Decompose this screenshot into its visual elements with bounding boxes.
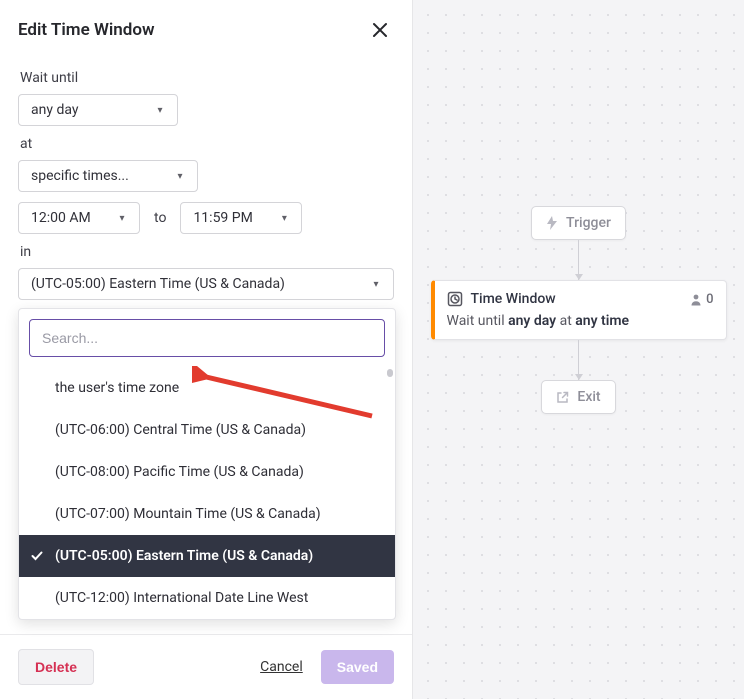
card-header: Time Window 0: [447, 291, 714, 307]
time-from-select[interactable]: 12:00 AM ▾: [18, 202, 140, 234]
delete-button[interactable]: Delete: [18, 649, 94, 685]
timezone-select[interactable]: (UTC-05:00) Eastern Time (US & Canada) ▾: [18, 268, 394, 300]
close-icon: [371, 21, 389, 39]
external-link-icon: [556, 391, 569, 404]
day-select[interactable]: any day ▾: [18, 94, 178, 126]
chevron-down-icon: ▾: [113, 210, 131, 226]
person-icon: [690, 293, 702, 306]
panel-footer: Delete Cancel Saved: [0, 634, 412, 699]
dropdown-list[interactable]: the user's time zone (UTC-06:00) Central…: [19, 367, 395, 619]
trigger-node[interactable]: Trigger: [531, 206, 626, 240]
dropdown-item-label: (UTC-05:00) Eastern Time (US & Canada): [55, 548, 313, 564]
dropdown-item-label: (UTC-08:00) Pacific Time (US & Canada): [55, 464, 304, 480]
time-window-card[interactable]: Time Window 0 Wait until any day at any …: [431, 280, 727, 340]
flow: Trigger Time Window 0 Wait until any day…: [413, 206, 744, 414]
in-label: in: [20, 244, 394, 260]
time-mode-value: specific times...: [31, 168, 129, 184]
chevron-down-icon: ▾: [367, 276, 385, 292]
card-count: 0: [690, 292, 713, 307]
chevron-down-icon: ▾: [275, 210, 293, 226]
trigger-label: Trigger: [566, 215, 611, 231]
dropdown-item[interactable]: (UTC-12:00) International Date Line West: [19, 577, 395, 619]
dropdown-item[interactable]: (UTC-08:00) Pacific Time (US & Canada): [19, 451, 395, 493]
bolt-icon: [546, 216, 558, 230]
at-label: at: [20, 136, 394, 152]
chevron-down-icon: ▾: [151, 102, 169, 118]
wait-until-label: Wait until: [20, 70, 394, 86]
workflow-canvas[interactable]: Trigger Time Window 0 Wait until any day…: [413, 0, 744, 699]
connector: [578, 340, 579, 380]
page-title: Edit Time Window: [18, 20, 155, 40]
card-body-bold2: any time: [575, 313, 629, 329]
dropdown-item[interactable]: (UTC-06:00) Central Time (US & Canada): [19, 409, 395, 451]
chevron-down-icon: ▾: [171, 168, 189, 184]
dropdown-item-label: (UTC-12:00) International Date Line West: [55, 590, 308, 606]
dropdown-item-label: (UTC-06:00) Central Time (US & Canada): [55, 422, 306, 438]
cancel-link[interactable]: Cancel: [260, 659, 303, 675]
panel-body: Wait until any day ▾ at specific times..…: [0, 54, 412, 306]
dropdown-search: [19, 309, 395, 367]
dropdown-item-selected[interactable]: (UTC-05:00) Eastern Time (US & Canada): [19, 535, 395, 577]
exit-label: Exit: [577, 389, 600, 405]
saved-button[interactable]: Saved: [321, 650, 394, 684]
time-to-value: 11:59 PM: [193, 210, 252, 226]
to-label: to: [154, 210, 166, 226]
panel-header: Edit Time Window: [0, 0, 412, 54]
dropdown-item-label: (UTC-07:00) Mountain Time (US & Canada): [55, 506, 321, 522]
connector: [578, 240, 579, 280]
time-mode-select[interactable]: specific times... ▾: [18, 160, 198, 192]
time-from-value: 12:00 AM: [31, 210, 91, 226]
card-count-value: 0: [706, 292, 713, 307]
timezone-dropdown: the user's time zone (UTC-06:00) Central…: [18, 308, 396, 620]
card-body-prefix: Wait until: [447, 313, 509, 329]
search-input[interactable]: [29, 319, 385, 357]
timezone-select-value: (UTC-05:00) Eastern Time (US & Canada): [31, 276, 285, 292]
check-icon: [31, 551, 43, 561]
time-range-row: 12:00 AM ▾ to 11:59 PM ▾: [18, 202, 394, 234]
dropdown-item[interactable]: (UTC-07:00) Mountain Time (US & Canada): [19, 493, 395, 535]
time-row: specific times... ▾: [18, 160, 394, 192]
scrollbar[interactable]: [387, 369, 393, 377]
dropdown-item[interactable]: the user's time zone: [19, 367, 395, 409]
close-button[interactable]: [366, 16, 394, 44]
card-body: Wait until any day at any time: [447, 313, 714, 329]
card-body-bold1: any day: [508, 313, 556, 329]
card-title: Time Window: [471, 291, 556, 307]
day-select-value: any day: [31, 102, 78, 118]
footer-right: Cancel Saved: [260, 650, 394, 684]
exit-node[interactable]: Exit: [541, 380, 615, 414]
clock-icon: [447, 291, 463, 307]
time-to-select[interactable]: 11:59 PM ▾: [180, 202, 302, 234]
card-body-mid: at: [556, 313, 575, 329]
dropdown-item-label: the user's time zone: [55, 380, 179, 396]
